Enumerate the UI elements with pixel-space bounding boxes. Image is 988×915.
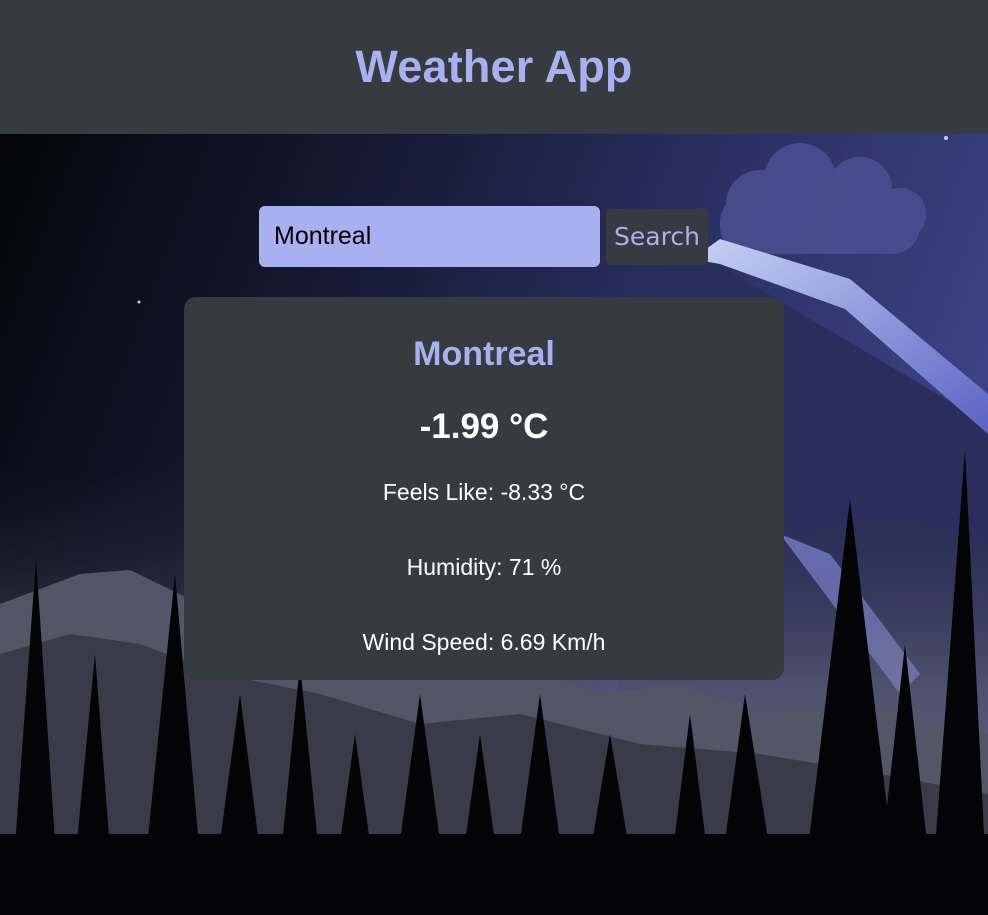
city-name: Montreal: [413, 335, 555, 373]
temperature: -1.99 °C: [419, 407, 549, 446]
humidity: Humidity: 71 %: [406, 554, 562, 580]
app-title: Weather App: [355, 41, 633, 92]
search-button[interactable]: Search: [606, 208, 708, 265]
weather-card: Montreal -1.99 °C Feels Like: -8.33 °C H…: [184, 297, 784, 680]
app-header: Weather App: [0, 0, 988, 134]
city-search-input[interactable]: [259, 206, 600, 267]
feels-like: Feels Like: -8.33 °C: [382, 479, 586, 505]
wind-speed: Wind Speed: 6.69 Km/h: [362, 629, 606, 655]
search-bar: Search: [259, 206, 708, 267]
